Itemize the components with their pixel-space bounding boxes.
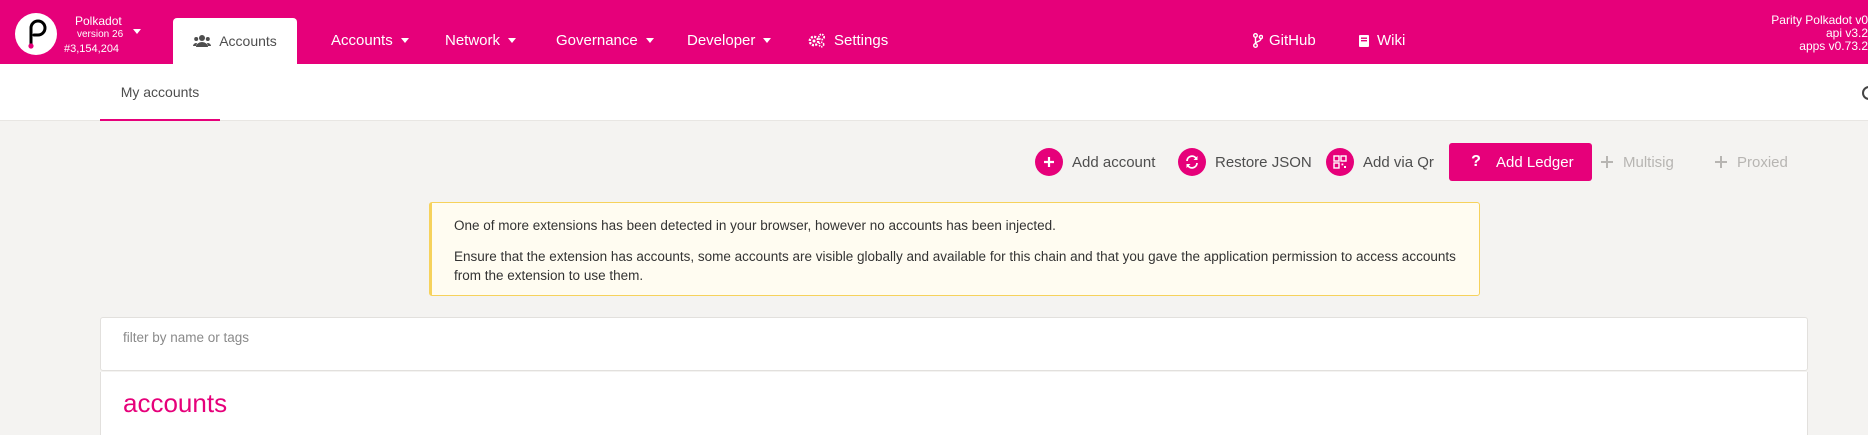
sub-navigation: My accounts (0, 64, 1868, 121)
book-icon (1359, 34, 1369, 47)
tab-accounts-active[interactable]: Accounts (173, 18, 297, 64)
add-ledger-label: Add Ledger (1496, 153, 1574, 171)
multisig-button[interactable]: Multisig (1600, 145, 1674, 179)
github-label: GitHub (1269, 32, 1316, 49)
tab-accounts-label: Accounts (219, 33, 277, 49)
plus-icon (1601, 156, 1613, 168)
chevron-down-icon[interactable] (133, 29, 141, 34)
chevron-down-icon (645, 38, 654, 43)
chevron-down-icon (400, 38, 409, 43)
accounts-table: accounts (100, 372, 1808, 435)
restore-json-button[interactable]: Restore JSON (1178, 145, 1312, 179)
version-info: Parity Polkadot v0 api v3.2 apps v0.73.2 (1771, 14, 1868, 53)
gears-icon (808, 33, 825, 48)
users-icon (193, 35, 212, 47)
wiki-label: Wiki (1377, 32, 1406, 49)
accounts-heading: accounts (123, 388, 228, 418)
add-via-qr-button[interactable]: Add via Qr (1326, 145, 1434, 179)
chain-name: Polkadot (75, 14, 122, 28)
nav-accounts[interactable]: Accounts (331, 32, 409, 49)
filter-box (100, 317, 1808, 371)
nav-network[interactable]: Network (445, 32, 517, 49)
warning-line-2: Ensure that the extension has accounts, … (454, 249, 1456, 283)
chain-version: version 26 (77, 29, 124, 40)
proxied-button[interactable]: Proxied (1714, 145, 1788, 179)
apps-version: apps v0.73.2 (1799, 39, 1868, 53)
polkadot-logo[interactable] (15, 13, 57, 55)
nav-governance[interactable]: Governance (556, 32, 654, 49)
sync-icon (1178, 148, 1206, 176)
nav-developer-label: Developer (687, 32, 756, 49)
nav-settings-label: Settings (834, 32, 889, 49)
tab-my-accounts[interactable]: My accounts (100, 64, 220, 121)
extension-warning-box: One of more extensions has been detected… (429, 202, 1480, 296)
filter-input[interactable] (101, 318, 1807, 370)
chevron-down-icon (508, 38, 517, 43)
status-indicator-icon (1862, 86, 1868, 100)
nav-developer[interactable]: Developer (687, 32, 772, 49)
proxied-label: Proxied (1737, 153, 1788, 171)
restore-json-label: Restore JSON (1215, 153, 1312, 171)
wiki-link[interactable]: Wiki (1358, 32, 1405, 49)
question-icon: ? (1471, 153, 1481, 170)
add-via-qr-label: Add via Qr (1363, 153, 1434, 171)
nav-governance-label: Governance (556, 32, 638, 49)
plus-icon (1035, 148, 1063, 176)
nav-network-label: Network (445, 32, 501, 49)
github-link[interactable]: GitHub (1253, 32, 1316, 49)
chain-selector[interactable]: Polkadot version 26 #3,154,204 (64, 14, 123, 56)
plus-icon (1715, 156, 1727, 168)
nav-settings[interactable]: Settings (808, 32, 888, 49)
add-account-button[interactable]: Add account (1035, 145, 1155, 179)
code-branch-icon (1253, 33, 1263, 48)
add-ledger-button[interactable]: ? Add Ledger (1449, 143, 1592, 181)
add-account-label: Add account (1072, 153, 1156, 171)
chevron-down-icon (763, 38, 772, 43)
multisig-label: Multisig (1623, 153, 1674, 171)
block-number: #3,154,204 (64, 43, 120, 55)
top-nav-bar: Polkadot version 26 #3,154,204 Accounts … (0, 0, 1868, 64)
qrcode-icon (1326, 148, 1354, 176)
warning-line-1: One of more extensions has been detected… (454, 218, 1056, 233)
nav-accounts-label: Accounts (331, 32, 393, 49)
